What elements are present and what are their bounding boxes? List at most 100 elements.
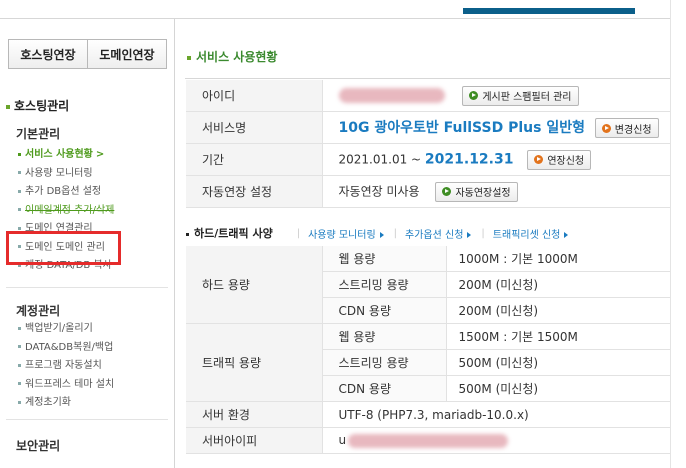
period-value: 2021.01.01 ~ 2021.12.31 연장신청 (322, 143, 670, 176)
table-row: 서비스명 10G 광아우토반 FullSSD Plus 일반형 변경신청 (186, 111, 670, 144)
arrow-right-icon (534, 155, 544, 164)
auto-renew-value: 자동연장 미사용 자동연장설정 (322, 175, 670, 208)
spec-title-text: 하드/트래픽 사양 (194, 227, 273, 240)
menu-backup[interactable]: 백업받기/올리기 (18, 320, 114, 339)
arrow-right-icon (469, 91, 479, 100)
sub-value: 500M (미신청) (446, 375, 670, 402)
sub-label: 스트리밍 용량 (322, 349, 447, 376)
extend-request-button[interactable]: 연장신청 (527, 149, 592, 170)
button-label: 자동연장설정 (455, 188, 511, 199)
table-row: 자동연장 설정 자동연장 미사용 자동연장설정 (186, 175, 670, 208)
menu-label: 사용량 모니터링 (25, 167, 93, 179)
table-row: 서버 환경 UTF-8 (PHP7.3, mariadb-10.0.x) (186, 401, 670, 428)
sub-value: 1000M : 기본 1000M (446, 246, 670, 272)
table-row: 트래픽 용량 웹 용량 1500M : 기본 1500M (186, 323, 670, 402)
dot-icon (18, 400, 21, 404)
title-rule (185, 78, 670, 79)
sub-label: CDN 용량 (322, 375, 447, 402)
page-title-text: 서비스 사용현황 (196, 50, 278, 64)
service-value: 10G 광아우토반 FullSSD Plus 일반형 변경신청 (322, 111, 670, 144)
hard-capacity-label: 하드 용량 (186, 246, 323, 324)
dot-icon (18, 363, 21, 367)
period-end: 2021.12.31 (424, 151, 514, 167)
menu-wordpress-theme[interactable]: 워드프레스 테마 설치 (18, 376, 114, 395)
dot-icon (18, 326, 21, 330)
sub-label: 스트리밍 용량 (322, 271, 447, 298)
service-info-table: 아이디 게시판 스팸필터 관리 서비스명 10G 광아우토반 FullSSD P… (186, 80, 670, 208)
spec-title: 하드/트래픽 사양 (186, 225, 273, 241)
arrow-right-icon (442, 187, 452, 196)
service-name: 10G 광아우토반 FullSSD Plus 일반형 (338, 119, 585, 136)
link-label: 트래픽리셋 신청 (492, 229, 561, 241)
spec-table: 하드 용량 웹 용량 1000M : 기본 1000M 스트리밍 용량 200M… (186, 246, 670, 454)
menu-service-usage[interactable]: 서비스 사용현황 > (18, 146, 114, 165)
menu-label: 프로그램 자동설치 (25, 360, 102, 371)
auto-renew-settings-button[interactable]: 자동연장설정 (435, 181, 518, 202)
server-env-value: UTF-8 (PHP7.3, mariadb-10.0.x) (322, 401, 670, 428)
menu-label: 계정초기화 (25, 397, 71, 408)
sub-value: 200M (미신청) (446, 297, 670, 324)
link-label: 추가옵션 신청 (405, 229, 464, 241)
hosting-management-label: 호스팅관리 (14, 99, 70, 113)
sub-value: 500M (미신청) (446, 349, 670, 376)
menu-label: 추가 DB옵션 설정 (25, 186, 102, 197)
menu-usage-monitoring[interactable]: 사용량 모니터링 (18, 165, 114, 184)
change-request-button[interactable]: 변경신청 (594, 118, 659, 139)
server-ip-label: 서버아이피 (186, 427, 323, 454)
auto-renew-status: 자동연장 미사용 (338, 184, 420, 198)
arrow-right-icon (601, 123, 611, 133)
menu-email-account[interactable]: 이메일계정 추가/삭제 (18, 202, 114, 221)
server-env-label: 서버 환경 (186, 401, 323, 428)
server-ip-value: u (322, 427, 670, 454)
button-label: 게시판 스팸필터 관리 (482, 92, 572, 103)
period-start: 2021.01.01 ~ (338, 152, 422, 166)
dot-icon (18, 382, 21, 385)
menu-label: 서비스 사용현황 (25, 149, 93, 160)
id-label: 아이디 (186, 80, 323, 112)
separator: | (296, 227, 301, 239)
page-title: 서비스 사용현황 (187, 48, 277, 65)
dot-icon (18, 345, 21, 348)
hosting-management-title: 호스팅관리 (6, 97, 69, 114)
table-row: 아이디 게시판 스팸필터 관리 (186, 80, 670, 112)
table-row: 기간 2021.01.01 ~ 2021.12.31 연장신청 (186, 143, 670, 176)
bullet-icon (6, 104, 10, 109)
add-option-link[interactable]: 추가옵션 신청 (405, 226, 472, 241)
sidebar-divider (6, 419, 168, 420)
dot-icon (18, 226, 21, 230)
menu-label: 이메일계정 추가/삭제 (25, 204, 115, 216)
button-label: 변경신청 (614, 124, 652, 136)
redacted-ip (348, 433, 509, 448)
hosting-renewal-button[interactable]: 호스팅연장 (8, 39, 88, 69)
menu-restore[interactable]: DATA&DB복원/백업 (18, 339, 114, 358)
sub-label: 웹 용량 (322, 246, 447, 272)
spec-header: 하드/트래픽 사양 | 사용량 모니터링 | 추가옵션 신청 | 트래픽리셋 신… (186, 222, 670, 244)
triangle-right-icon (564, 231, 569, 238)
link-label: 사용량 모니터링 (308, 229, 376, 241)
sub-label: CDN 용량 (322, 297, 447, 324)
menu-label: DATA&DB복원/백업 (25, 341, 114, 353)
triangle-right-icon (467, 231, 472, 238)
menu-db-option[interactable]: 추가 DB옵션 설정 (18, 183, 114, 202)
table-row: 하드 용량 웹 용량 1000M : 기본 1000M (186, 246, 670, 324)
bullet-icon (187, 55, 191, 60)
highlight-box (6, 231, 121, 265)
usage-monitoring-link[interactable]: 사용량 모니터링 (308, 226, 384, 241)
traffic-reset-link[interactable]: 트래픽리셋 신청 (493, 226, 569, 241)
menu-auto-install[interactable]: 프로그램 자동설치 (18, 357, 114, 376)
dot-icon (18, 152, 21, 156)
spam-filter-button[interactable]: 게시판 스팸필터 관리 (462, 85, 579, 106)
server-ip-prefix: u (338, 433, 347, 448)
basic-management-title: 기본관리 (16, 127, 61, 141)
dot-icon (18, 208, 21, 211)
menu-label: 워드프레스 테마 설치 (25, 378, 115, 390)
domain-renewal-button[interactable]: 도메인연장 (88, 39, 167, 69)
separator: | (481, 227, 485, 239)
menu-label: 백업받기/올리기 (25, 323, 93, 334)
chevron-right-icon: > (95, 149, 105, 160)
menu-account-reset[interactable]: 계정초기화 (18, 394, 114, 413)
period-label: 기간 (186, 143, 323, 176)
separator: | (393, 227, 398, 239)
security-management-title: 보안관리 (16, 439, 61, 453)
sub-value: 1500M : 기본 1500M (446, 323, 670, 350)
